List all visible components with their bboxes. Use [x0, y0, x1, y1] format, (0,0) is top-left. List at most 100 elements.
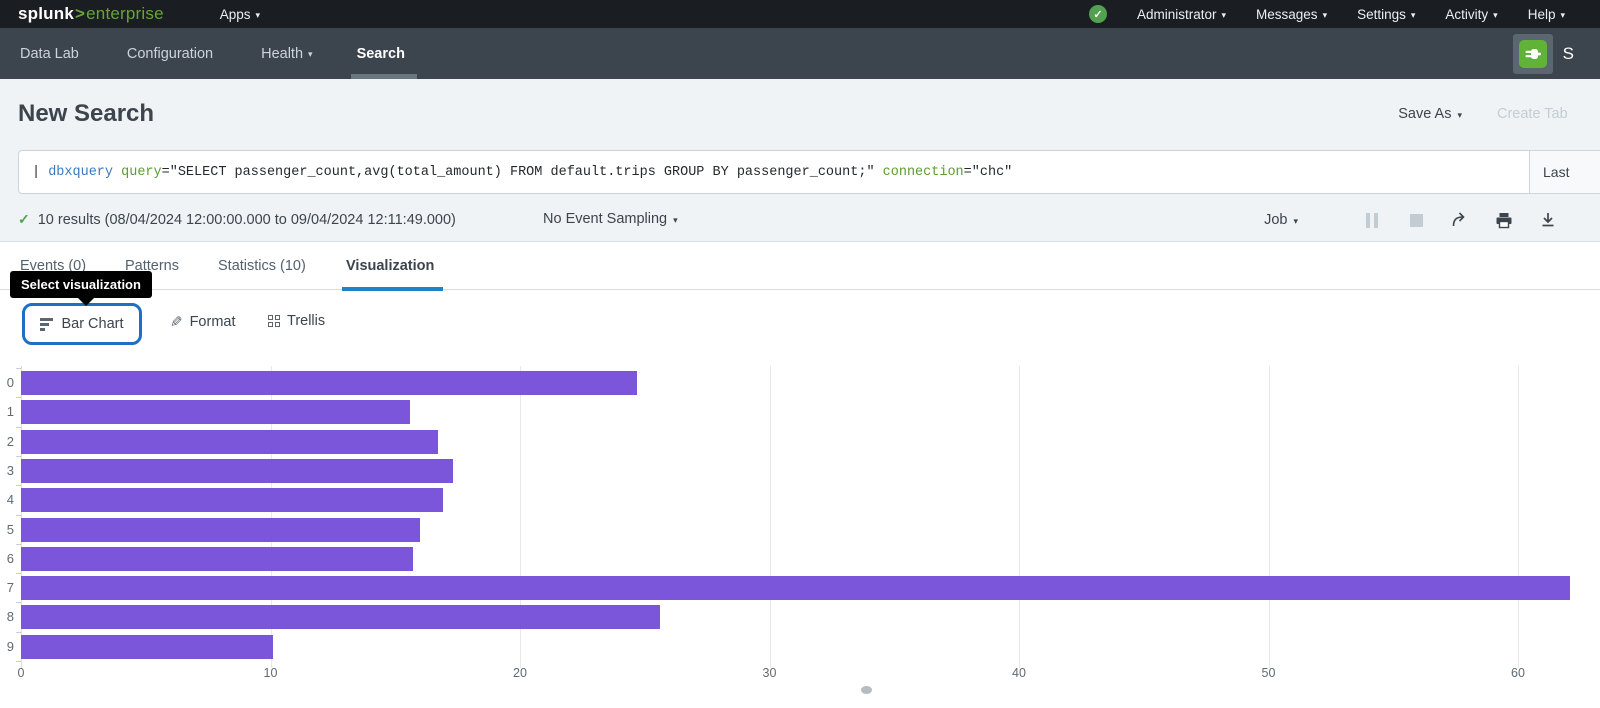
- pause-button[interactable]: [1360, 209, 1384, 231]
- scroll-indicator-dot[interactable]: [861, 686, 872, 694]
- active-nav-underline: [351, 74, 417, 79]
- select-visualization-tooltip: Select visualization: [10, 271, 152, 298]
- bar-segment[interactable]: [21, 430, 438, 454]
- logo-product: enterprise: [86, 4, 164, 24]
- bar-segment[interactable]: [21, 576, 1570, 600]
- query-command: dbxquery: [48, 165, 113, 180]
- y-axis-tick: [16, 661, 21, 662]
- query-arg2-value: ="chc": [964, 165, 1013, 180]
- chart-type-label: Bar Chart: [61, 316, 123, 332]
- chevron-down-icon: ▾: [1411, 11, 1416, 20]
- bar-segment[interactable]: [21, 518, 420, 542]
- app-identity: S: [1513, 34, 1574, 74]
- logo-brand: splunk: [18, 4, 74, 24]
- share-button[interactable]: [1448, 209, 1472, 231]
- x-axis-tick-label: 40: [999, 666, 1039, 680]
- bar-segment[interactable]: [21, 635, 273, 659]
- bar-segment[interactable]: [21, 459, 453, 483]
- time-range-picker[interactable]: Last: [1529, 151, 1600, 193]
- visualization-controls: Bar Chart ✎ Format Trellis: [0, 303, 1600, 351]
- db-connect-app-icon[interactable]: [1513, 34, 1553, 74]
- search-query-input[interactable]: | dbxquery query="SELECT passenger_count…: [19, 165, 1519, 180]
- bar-segment[interactable]: [21, 371, 637, 395]
- create-tab-button[interactable]: Create Tab: [1497, 106, 1568, 122]
- save-as-button[interactable]: Save As ▾: [1398, 106, 1462, 122]
- y-axis-tick: [16, 544, 21, 545]
- chevron-down-icon: ▾: [256, 11, 261, 20]
- y-axis-category-label: 3: [0, 463, 14, 478]
- y-axis-category-label: 8: [0, 609, 14, 624]
- y-axis-tick: [16, 397, 21, 398]
- tab-statistics[interactable]: Statistics (10): [218, 258, 306, 287]
- query-arg1-key: query: [113, 165, 162, 180]
- y-axis-tick: [16, 456, 21, 457]
- query-arg1-value: ="SELECT passenger_count,avg(total_amoun…: [162, 165, 875, 180]
- chevron-down-icon: ▾: [1560, 11, 1565, 20]
- stop-button[interactable]: [1404, 209, 1428, 231]
- y-axis-category-label: 9: [0, 639, 14, 654]
- print-icon: [1495, 212, 1513, 229]
- results-tabs: Events (0) Patterns Statistics (10) Visu…: [0, 252, 1600, 290]
- trellis-button[interactable]: Trellis: [268, 313, 325, 329]
- y-axis-category-label: 4: [0, 492, 14, 507]
- topbar-right-menus: ✓ Administrator▾ Messages▾ Settings▾ Act…: [1089, 0, 1565, 28]
- y-axis-category-label: 7: [0, 580, 14, 595]
- event-sampling-dropdown[interactable]: No Event Sampling ▾: [543, 211, 678, 227]
- y-axis-category-label: 0: [0, 375, 14, 390]
- logo-gt: >: [75, 4, 85, 24]
- nav-item-configuration[interactable]: Configuration: [127, 46, 213, 62]
- y-axis-category-label: 6: [0, 551, 14, 566]
- job-controls: Job ▾: [1264, 209, 1560, 231]
- plug-icon: [1519, 40, 1547, 68]
- page-title: New Search: [18, 100, 154, 128]
- x-axis-tick-label: 10: [251, 666, 291, 680]
- results-summary-text: 10 results (08/04/2024 12:00:00.000 to 0…: [38, 212, 456, 228]
- chart-type-button[interactable]: Bar Chart: [22, 303, 142, 345]
- nav-item-search[interactable]: Search: [357, 46, 405, 62]
- app-nav-bar: Data Lab Configuration Health ▾ Search S: [0, 28, 1600, 79]
- gridline: [1269, 366, 1270, 668]
- gridline: [1518, 366, 1519, 668]
- x-axis-tick-label: 20: [500, 666, 540, 680]
- bar-chart: 01020304050600123456789: [0, 360, 1600, 700]
- pencil-icon: ✎: [170, 313, 183, 331]
- settings-menu[interactable]: Settings▾: [1357, 7, 1415, 22]
- y-axis-category-label: 1: [0, 404, 14, 419]
- chevron-down-icon: ▾: [308, 50, 313, 59]
- activity-menu[interactable]: Activity▾: [1445, 7, 1497, 22]
- bar-segment[interactable]: [21, 400, 410, 424]
- bar-segment[interactable]: [21, 488, 443, 512]
- format-button[interactable]: ✎ Format: [170, 313, 236, 331]
- print-button[interactable]: [1492, 209, 1516, 231]
- trellis-grid-icon: [268, 315, 280, 327]
- x-axis-tick-label: 60: [1498, 666, 1538, 680]
- y-axis-tick: [16, 515, 21, 516]
- export-button[interactable]: [1536, 209, 1560, 231]
- job-menu[interactable]: Job ▾: [1264, 212, 1298, 228]
- help-menu[interactable]: Help▾: [1528, 7, 1565, 22]
- chevron-down-icon: ▾: [1457, 111, 1462, 120]
- search-query-bar[interactable]: | dbxquery query="SELECT passenger_count…: [18, 150, 1600, 194]
- stop-icon: [1410, 214, 1423, 227]
- app-name-partial: S: [1563, 44, 1574, 64]
- chevron-down-icon: ▾: [1323, 11, 1328, 20]
- x-axis-tick-label: 50: [1249, 666, 1289, 680]
- y-axis-tick: [16, 427, 21, 428]
- messages-menu[interactable]: Messages▾: [1256, 7, 1327, 22]
- apps-menu[interactable]: Apps ▾: [220, 7, 260, 22]
- tooltip-arrow: [78, 298, 94, 306]
- bar-segment[interactable]: [21, 547, 413, 571]
- apps-menu-label: Apps: [220, 7, 251, 22]
- download-icon: [1539, 211, 1557, 229]
- y-axis-category-label: 2: [0, 434, 14, 449]
- bar-segment[interactable]: [21, 605, 660, 629]
- tab-visualization[interactable]: Visualization: [342, 258, 443, 291]
- y-axis-tick: [16, 368, 21, 369]
- query-arg2-key: connection: [875, 165, 964, 180]
- nav-item-data-lab[interactable]: Data Lab: [20, 46, 79, 62]
- chevron-down-icon: ▾: [1493, 11, 1498, 20]
- administrator-menu[interactable]: Administrator▾: [1137, 7, 1226, 22]
- pause-icon: [1366, 213, 1378, 228]
- nav-item-health[interactable]: Health ▾: [261, 46, 312, 62]
- gridline: [1019, 366, 1020, 668]
